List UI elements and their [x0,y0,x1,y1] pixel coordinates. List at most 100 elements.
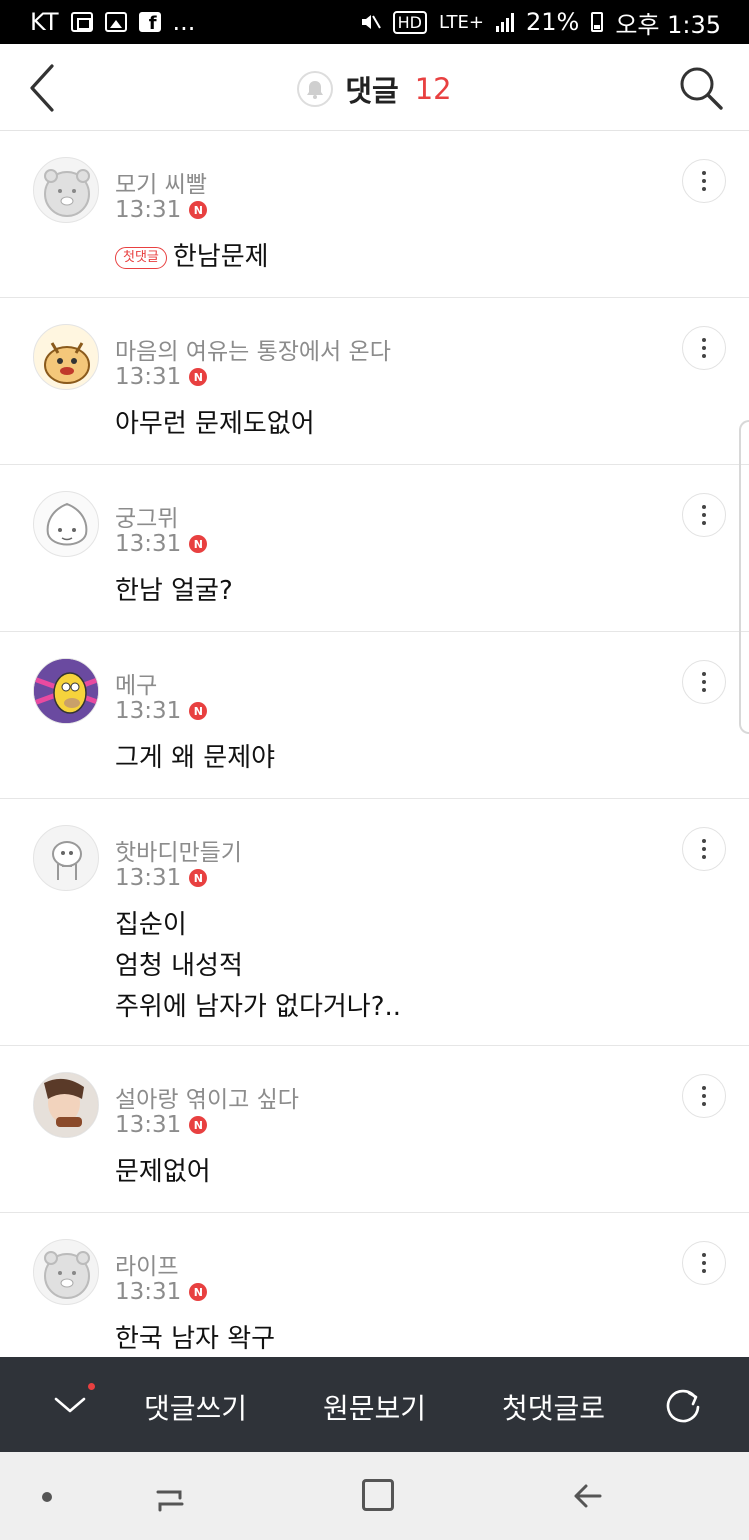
comment-text-line: 한국 남자 왁구 [115,1324,276,1354]
tv-notification-icon [70,12,93,32]
comment-body: 첫댓글 한남문제 [115,237,269,278]
comment-item: 설아랑 엮이고 싶다 13:31 N 문제없어 [0,1046,749,1213]
comment-body: 한남 얼굴? [115,571,233,612]
comment-body: 아무런 문제도없어 [115,404,315,445]
comment-author[interactable]: 마음의 여유는 통장에서 온다 [115,332,391,366]
comment-more-button[interactable] [682,159,726,203]
comment-body: 그게 왜 문제야 [115,738,275,779]
new-badge: N [189,702,208,720]
avatar[interactable] [33,491,99,557]
new-badge: N [189,368,208,386]
comment-more-button[interactable] [682,827,726,871]
bear-character-avatar-icon [44,169,90,217]
status-bar: KT ... HD LTE+ 21% 오후 1:35 [0,0,749,44]
comment-author[interactable]: 모기 씨빨 [115,165,207,199]
recent-apps-button[interactable] [150,1478,190,1518]
comment-time: 13:31 [115,865,182,891]
comment-item: 모기 씨빨 13:31 N 첫댓글 한남문제 [0,131,749,298]
scrollbar[interactable] [739,420,749,734]
comment-more-button[interactable] [682,493,726,537]
battery-icon [591,12,604,32]
image-notification-icon [104,12,127,32]
comment-body: 집순이 엄청 내성적 주위에 남자가 없다거나?.. [115,905,401,1028]
comment-time: 13:31 [115,364,182,390]
search-button[interactable] [675,62,727,114]
notification-toggle[interactable] [297,71,334,107]
collapse-button[interactable] [50,1387,90,1421]
avatar[interactable] [33,157,99,223]
comment-time: 13:31 [115,531,182,557]
system-back-button[interactable] [570,1478,606,1514]
comment-text-line: 한남 얼굴? [115,576,233,606]
overflow-notifications: ... [172,8,196,36]
comment-time: 13:31 [115,698,182,724]
comment-time: 13:31 [115,1112,182,1138]
mute-icon [361,15,381,29]
comment-author[interactable]: 궁그뮈 [115,499,178,533]
first-comment-badge: 첫댓글 [115,246,167,269]
comment-item: 라이프 13:31 N 한국 남자 왁구 [0,1213,749,1380]
comment-item: 궁그뮈 13:31 N 한남 얼굴? [0,465,749,632]
comment-item: 핫바디만들기 13:31 N 집순이 엄청 내성적 주위에 남자가 없다거나?.… [0,799,749,1046]
comment-more-button[interactable] [682,1241,726,1285]
comment-count: 12 [414,72,452,106]
comment-body: 문제없어 [115,1152,211,1193]
comment-author[interactable]: 핫바디만들기 [115,833,242,867]
notification-dot [88,1383,95,1390]
write-comment-button[interactable]: 댓글쓰기 [144,1387,247,1427]
cartoon-character-avatar-icon [34,659,98,723]
photo-avatar-icon [34,1073,98,1137]
comment-text-line: 문제없어 [115,1157,211,1187]
comment-text-line: 아무런 문제도없어 [115,409,315,439]
recent-apps-icon [156,1490,184,1512]
avatar[interactable] [33,1072,99,1138]
avatar[interactable] [33,324,99,390]
carrier-label: KT [30,8,59,36]
avatar[interactable] [33,1239,99,1305]
peach-character-avatar-icon [46,502,88,546]
search-icon [680,67,723,110]
hd-voice-indicator: HD [392,10,427,34]
page-title: 댓글 [345,74,399,108]
facebook-notification-icon [138,12,161,34]
network-type: LTE+ [438,11,484,33]
comment-more-button[interactable] [682,1074,726,1118]
refresh-button[interactable] [663,1385,703,1425]
first-comment-button[interactable]: 첫댓글로 [502,1387,605,1427]
comment-text-line: 그게 왜 문제야 [115,743,276,773]
comment-time: 13:31 [115,1279,182,1305]
comment-time: 13:31 [115,197,182,223]
battery-percent: 21% [525,8,580,36]
character-avatar-icon [52,841,82,880]
new-badge: N [189,201,208,219]
comment-action-bar: 댓글쓰기 원문보기 첫댓글로 [0,1357,749,1452]
comment-more-button[interactable] [682,660,726,704]
nav-bar-toggle-icon[interactable] [42,1492,52,1502]
back-icon [574,1484,602,1508]
comment-more-button[interactable] [682,326,726,370]
chipmunk-character-avatar-icon [44,342,90,384]
system-nav-bar [0,1452,749,1540]
comment-author[interactable]: 메구 [115,666,157,700]
comment-author[interactable]: 라이프 [115,1247,178,1281]
comment-text-line: 엄청 내성적 [115,951,243,981]
view-original-button[interactable]: 원문보기 [323,1387,426,1427]
comment-body: 한국 남자 왁구 [115,1319,275,1360]
comment-list: 모기 씨빨 13:31 N 첫댓글 한남문제 마음의 여유는 통장에서 온다 1… [0,131,749,1380]
chevron-down-icon [54,1397,86,1413]
comment-text-line: 한남문제 [172,242,269,272]
avatar[interactable] [33,658,99,724]
bell-icon [307,81,324,99]
comment-text-line: 집순이 [115,910,187,940]
comment-item: 메구 13:31 N 그게 왜 문제야 [0,632,749,799]
avatar[interactable] [33,825,99,891]
comment-author[interactable]: 설아랑 엮이고 싶다 [115,1080,299,1114]
new-badge: N [189,869,208,887]
new-badge: N [189,1283,208,1301]
comments-header: 댓글 12 [0,44,749,131]
new-badge: N [189,1116,208,1134]
home-button[interactable] [362,1479,394,1511]
bear-character-avatar-icon [44,1251,90,1299]
comment-item: 마음의 여유는 통장에서 온다 13:31 N 아무런 문제도없어 [0,298,749,465]
clock: 오후 1:35 [615,10,721,39]
